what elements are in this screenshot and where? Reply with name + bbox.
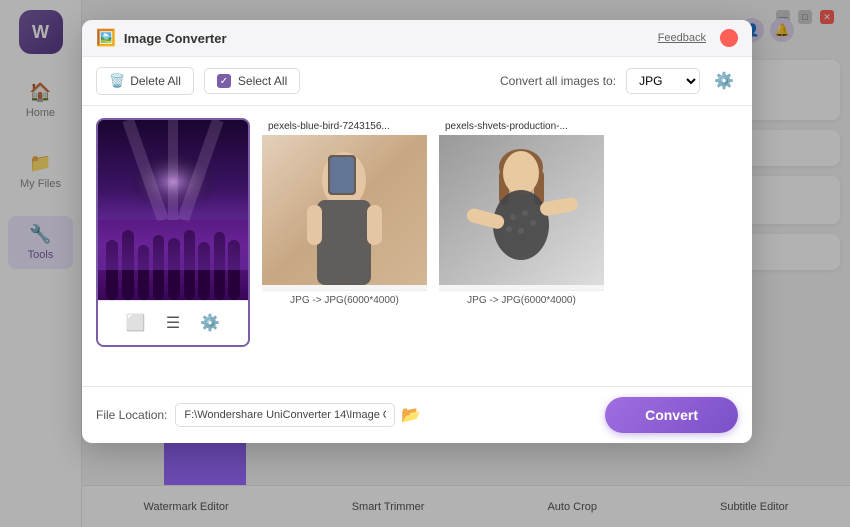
woman-thumbnail xyxy=(439,135,604,285)
delete-all-button[interactable]: 🗑️ Delete All xyxy=(96,67,194,95)
delete-all-label: Delete All xyxy=(130,74,181,88)
modal-close-button[interactable]: ✕ xyxy=(720,29,738,47)
image-card-3-wrapper: pexels-shvets-production-... xyxy=(439,118,604,374)
settings-icon-button[interactable]: ⚙️ xyxy=(710,69,738,93)
checkbox-icon: ✓ xyxy=(217,74,231,88)
modal-titlebar: 🖼️ Image Converter Feedback ✕ xyxy=(82,20,752,57)
image-card-1-inner: pexels-mark-angelo-sam... ✕ xyxy=(98,120,248,300)
modal-footer: File Location: 📂 Convert xyxy=(82,386,752,443)
convert-all-label: Convert all images to: xyxy=(500,74,616,88)
folder-browse-button[interactable]: 📂 xyxy=(401,405,421,425)
image-card-1-wrapper: pexels-mark-angelo-sam... ✕ xyxy=(96,118,250,374)
titlebar-right: Feedback ✕ xyxy=(658,29,738,47)
image-card-2-wrapper: pexels-blue-bird-7243156... xyxy=(262,118,427,374)
location-row: File Location: 📂 xyxy=(96,403,421,427)
select-all-button[interactable]: ✓ Select All xyxy=(204,68,300,94)
image-2-filename: pexels-blue-bird-7243156... xyxy=(262,118,427,135)
image-card-3[interactable]: pexels-shvets-production-... xyxy=(439,118,604,310)
modal-title: Image Converter xyxy=(124,31,227,46)
image-card-3-inner: pexels-shvets-production-... xyxy=(439,118,604,310)
settings2-icon-button[interactable]: ⚙️ xyxy=(196,309,224,337)
format-select[interactable]: JPG PNG BMP TIFF WEBP xyxy=(626,68,700,94)
image-card-2-inner: pexels-blue-bird-7243156... xyxy=(262,118,427,310)
convert-button[interactable]: Convert xyxy=(605,397,738,433)
image-3-filename: pexels-shvets-production-... xyxy=(439,118,604,135)
select-all-label: Select All xyxy=(238,74,287,88)
file-location-label: File Location: xyxy=(96,408,167,422)
image-3-format: JPG -> JPG(6000*4000) xyxy=(439,290,604,310)
images-area: pexels-mark-angelo-sam... ✕ xyxy=(82,106,752,386)
delete-icon: 🗑️ xyxy=(109,73,125,89)
selfie-thumbnail xyxy=(262,135,427,285)
crop-icon-button[interactable]: ⬜ xyxy=(122,309,150,337)
file-location-input[interactable] xyxy=(175,403,395,427)
concert-svg xyxy=(98,120,248,300)
image-converter-modal: 🖼️ Image Converter Feedback ✕ 🗑️ Delete … xyxy=(82,20,752,443)
adjust-icon-button[interactable]: ☰ xyxy=(162,309,184,337)
modal-title-icon: 🖼️ xyxy=(96,28,116,48)
modal-toolbar: 🗑️ Delete All ✓ Select All Convert all i… xyxy=(82,57,752,106)
image-2-format: JPG -> JPG(6000*4000) xyxy=(262,290,427,310)
image-card-1[interactable]: pexels-mark-angelo-sam... ✕ xyxy=(96,118,250,347)
concert-thumbnail xyxy=(98,120,248,300)
feedback-link[interactable]: Feedback xyxy=(658,32,706,44)
image-1-bottom-icons: ⬜ ☰ ⚙️ xyxy=(98,300,248,345)
image-card-2[interactable]: pexels-blue-bird-7243156... xyxy=(262,118,427,310)
